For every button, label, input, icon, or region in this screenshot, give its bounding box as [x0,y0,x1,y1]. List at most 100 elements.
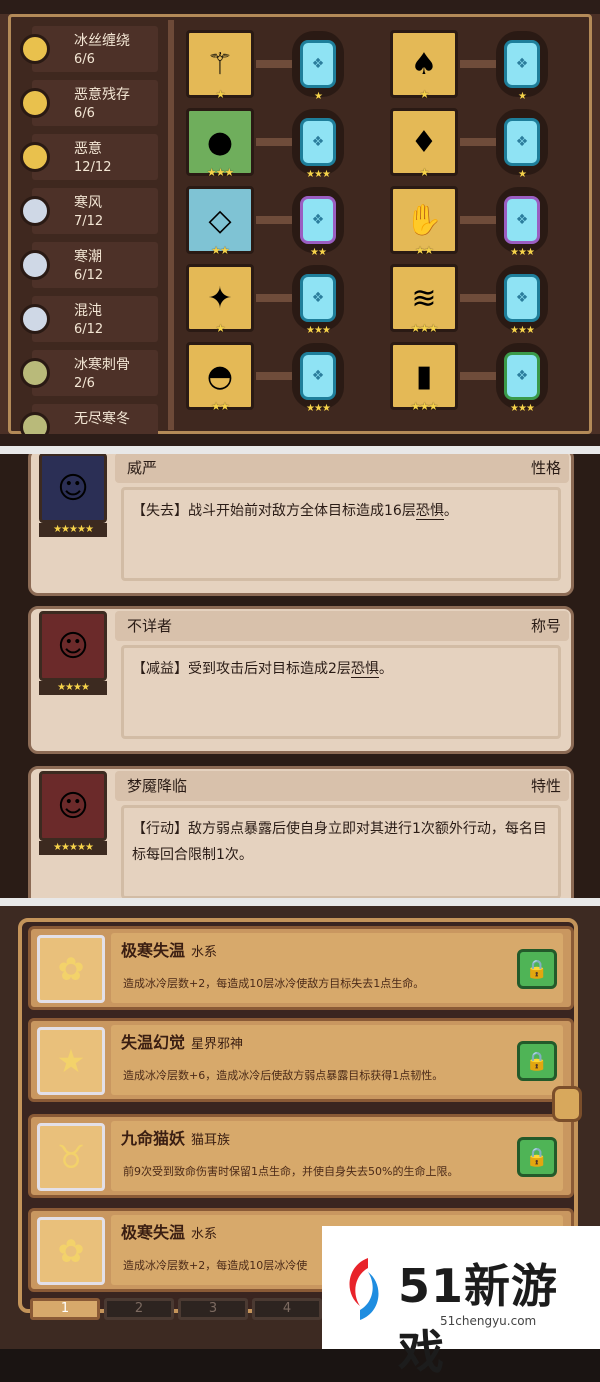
character-type: 性格 [530,459,561,477]
portrait-stars: ★★★★★ [39,523,107,537]
item-stars: ★★ [415,244,434,257]
trait-name: 恶意 [74,141,102,157]
rune-gem-icon[interactable]: ❖ ★★★ [496,187,548,258]
item-glyph: ● [206,124,234,160]
character-description: 【行动】敌方弱点暴露后使自身立即对其进行1次额外行动，每名目标每回合限制1次。 [121,805,561,898]
trait-name: 恶意残存 [74,87,130,103]
desc-text: 受到攻击后对目标造成2层 [188,661,351,677]
lock-icon[interactable]: 🔒 [517,949,557,989]
portrait-avatar-icon: ☺ [57,628,89,664]
staff-icon[interactable]: ⚚ ★ [186,30,254,101]
equipment-panel: 冰丝缠绕 6/6 恶意残存 6/6 恶意 12/12 寒风 7/12 寒潮 6/12 混沌 6/12 冰… [0,0,600,446]
equipment-row: ● ★★★ ❖ ★★★ ♦ ★ ❖ ★ [180,108,590,186]
trait-item[interactable]: 冰寒刺骨 2/6 [18,346,160,400]
trait-list: 冰丝缠绕 6/6 恶意残存 6/6 恶意 12/12 寒风 7/12 寒潮 6/12 混沌 6/12 冰… [18,22,160,446]
rune-gem-icon[interactable]: ❖ ★★★ [496,343,548,414]
character-type: 称号 [530,617,561,635]
rune-gem-icon[interactable]: ❖ ★★ [292,187,344,258]
skill-card[interactable]: ♉ 九命猫妖 猫耳族 前9次受到致命伤害时保留1点生命，并使自身失去50%的生命上限。… [28,1114,574,1198]
rune-glyph: ❖ [300,352,336,400]
pouch-icon[interactable]: ● ★★★ [186,108,254,179]
helmet-icon[interactable]: ◓ ★★ [186,342,254,413]
trait-name: 冰丝缠绕 [74,33,130,49]
trait-item[interactable]: 寒潮 6/12 [18,238,160,292]
rune-gem-icon[interactable]: ❖ ★★★ [292,343,344,414]
desc-tag: 【失去】 [132,503,188,519]
scarf-icon[interactable]: ≋ ★★★ [390,264,458,335]
rune-gem-icon[interactable]: ❖ ★ [292,31,344,102]
character-description: 【失去】战斗开始前对敌方全体目标造成16层恐惧。 [121,487,561,581]
armor-icon[interactable]: ♦ ★ [390,108,458,179]
necklace-icon[interactable]: ◇ ★★ [186,186,254,257]
rune-gem-icon[interactable]: ❖ ★★★ [496,265,548,336]
hero-portrait[interactable]: ☺ [39,454,107,523]
crystal-icon[interactable]: ✦ ★ [186,264,254,335]
card-header [115,454,569,483]
gem-stars: ★★★ [306,169,331,180]
rune-gem-icon[interactable]: ❖ ★★★ [292,109,344,180]
lock-icon[interactable]: 🔒 [517,1041,557,1081]
skill-card[interactable]: ★ 失温幻觉 星界邪神 造成冰冷层数+6，造成冰冷后使敌方弱点暴露目标获得1点韧性。 🔒 [28,1018,574,1102]
skill-description: 前9次受到致命伤害时保留1点生命，并使自身失去50%的生命上限。 [123,1165,459,1178]
trait-count: 6/12 [74,268,104,283]
rune-glyph: ❖ [300,40,336,88]
trait-count: 7/12 [74,214,104,229]
cloak-icon[interactable]: ♠ ★ [390,30,458,101]
trait-name: 无尽寒冬 [74,411,130,427]
item-glyph: ♦ [410,124,438,160]
item-glyph: ≋ [411,280,437,316]
skill-name: 极寒失温 [121,941,186,960]
trait-item[interactable]: 混沌 6/12 [18,292,160,346]
trait-item[interactable]: 恶意残存 6/6 [18,76,160,130]
skill-card[interactable]: ✿ 极寒失温 水系 造成冰冷层数+2，每造成10层冰冷使敌方目标失去1点生命。 🔒 [28,926,574,1010]
page-tab[interactable]: 1 [30,1298,100,1320]
lock-icon[interactable]: 🔒 [517,1137,557,1177]
rune-glyph: ❖ [504,196,540,244]
rune-glyph: ❖ [504,118,540,166]
skill-description: 造成冰冷层数+2，每造成10层冰冷使敌方目标失去1点生命。 [123,977,425,990]
trait-count: 6/6 [74,52,95,67]
desc-tag: 【减益】 [132,661,188,677]
item-stars: ★ [419,166,430,179]
keyword-link[interactable]: 恐惧 [415,503,444,520]
trait-count: 6/12 [74,322,104,337]
page-tab[interactable]: 2 [104,1298,174,1320]
rune-gem-icon[interactable]: ❖ ★ [496,31,548,102]
character-card[interactable]: ☺ ★★★★★ 威严 性格 【失去】战斗开始前对敌方全体目标造成16层恐惧。 [28,454,574,596]
item-stars: ★★ [211,400,230,413]
skill-school: 水系 [191,945,218,960]
portrait-avatar-icon: ☺ [57,788,89,824]
character-card[interactable]: ☺ ★★★★★ 梦魇降临 特性 【行动】敌方弱点暴露后使自身立即对其进行1次额外行动，每… [28,766,574,898]
rune-gem-icon[interactable]: ❖ ★★★ [292,265,344,336]
trait-name: 冰寒刺骨 [74,357,130,373]
portrait-avatar-icon: ☺ [57,470,89,506]
gem-stars: ★★★ [306,403,331,414]
page-tab[interactable]: 3 [178,1298,248,1320]
item-stars: ★★★ [410,322,439,335]
item-glyph: ✦ [207,280,233,316]
page-tab[interactable]: 4 [252,1298,322,1320]
rune-gem-icon[interactable]: ❖ ★ [496,109,548,180]
equipment-grid: ⚚ ★ ❖ ★ ♠ ★ ❖ ★ ● ★★★ ❖ ★★★ ♦ ★ ❖ ★ ◇ ★★ ❖ ★★ ✋ ★★ ❖ ★★★ ✦ ★ ❖ ★★★ ≋… [180,30,590,420]
scroll-handle[interactable] [552,1086,582,1122]
gem-stars: ★★★ [510,325,535,336]
bottom-bar [0,434,600,446]
trait-item[interactable]: 寒风 7/12 [18,184,160,238]
hero-portrait[interactable]: ☺ [39,771,107,841]
trait-emblem-icon [20,88,50,118]
trait-item[interactable]: 恶意 12/12 [18,130,160,184]
hero-portrait[interactable]: ☺ [39,611,107,681]
item-stars: ★ [215,322,226,335]
brand-url: 51chengyu.com [440,1314,537,1328]
character-description: 【减益】受到攻击后对目标造成2层恐惧。 [121,645,561,739]
divider [168,20,174,430]
rune-glyph: ❖ [504,40,540,88]
item-glyph: ⚚ [206,46,234,82]
character-card[interactable]: ☺ ★★★★ 不详者 称号 【减益】受到攻击后对目标造成2层恐惧。 [28,606,574,754]
trait-name: 寒潮 [74,249,102,265]
boots-icon[interactable]: ▮ ★★★ [390,342,458,413]
trait-item[interactable]: 冰丝缠绕 6/6 [18,22,160,76]
gauntlet-icon[interactable]: ✋ ★★ [390,186,458,257]
keyword-link[interactable]: 恐惧 [350,661,379,678]
gem-stars: ★★★ [306,325,331,336]
